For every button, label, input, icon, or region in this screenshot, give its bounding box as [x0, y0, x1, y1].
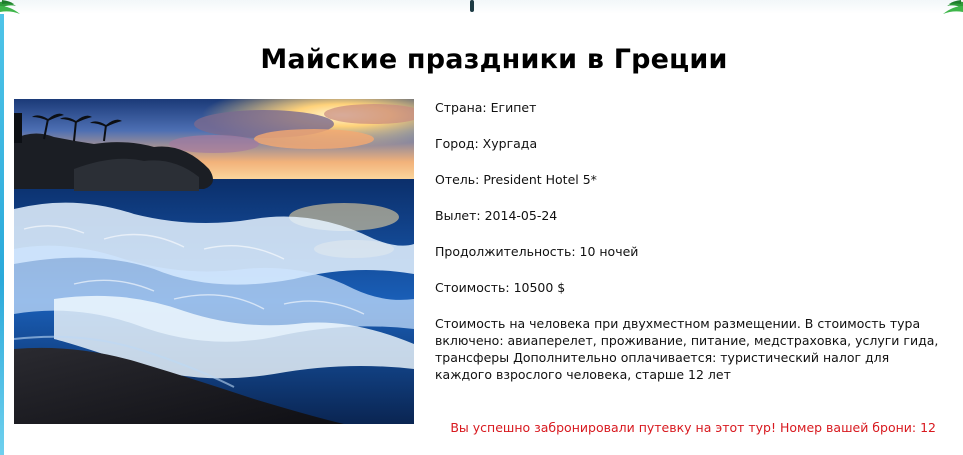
page-title: Майские праздники в Греции: [260, 44, 728, 75]
tour-city: Город: Хургада: [435, 136, 538, 151]
tour-duration: Продолжительность: 10 ночей: [435, 244, 639, 259]
tour-description: Стоимость на человека при двухместном ра…: [435, 316, 939, 382]
tour-country: Страна: Египет: [435, 100, 537, 115]
tour-page: Майские праздники в Греции Страна: Египе…: [0, 0, 963, 455]
header-decoration: [0, 0, 963, 14]
tour-photo: [14, 99, 414, 424]
header-ornament: [470, 0, 474, 12]
left-border-decoration: [0, 14, 4, 455]
tour-departure: Вылет: 2014-05-24: [435, 208, 558, 223]
tour-hotel: Отель: President Hotel 5*: [435, 172, 597, 187]
booking-success-message: Вы успешно забронировали путевку на этот…: [450, 420, 936, 435]
palm-leaf-icon: [0, 0, 20, 14]
palm-leaf-icon: [943, 0, 963, 14]
tour-details: Страна: Египет Город: Хургада Отель: Pre…: [435, 99, 955, 383]
tour-price: Стоимость: 10500 $: [435, 280, 566, 295]
